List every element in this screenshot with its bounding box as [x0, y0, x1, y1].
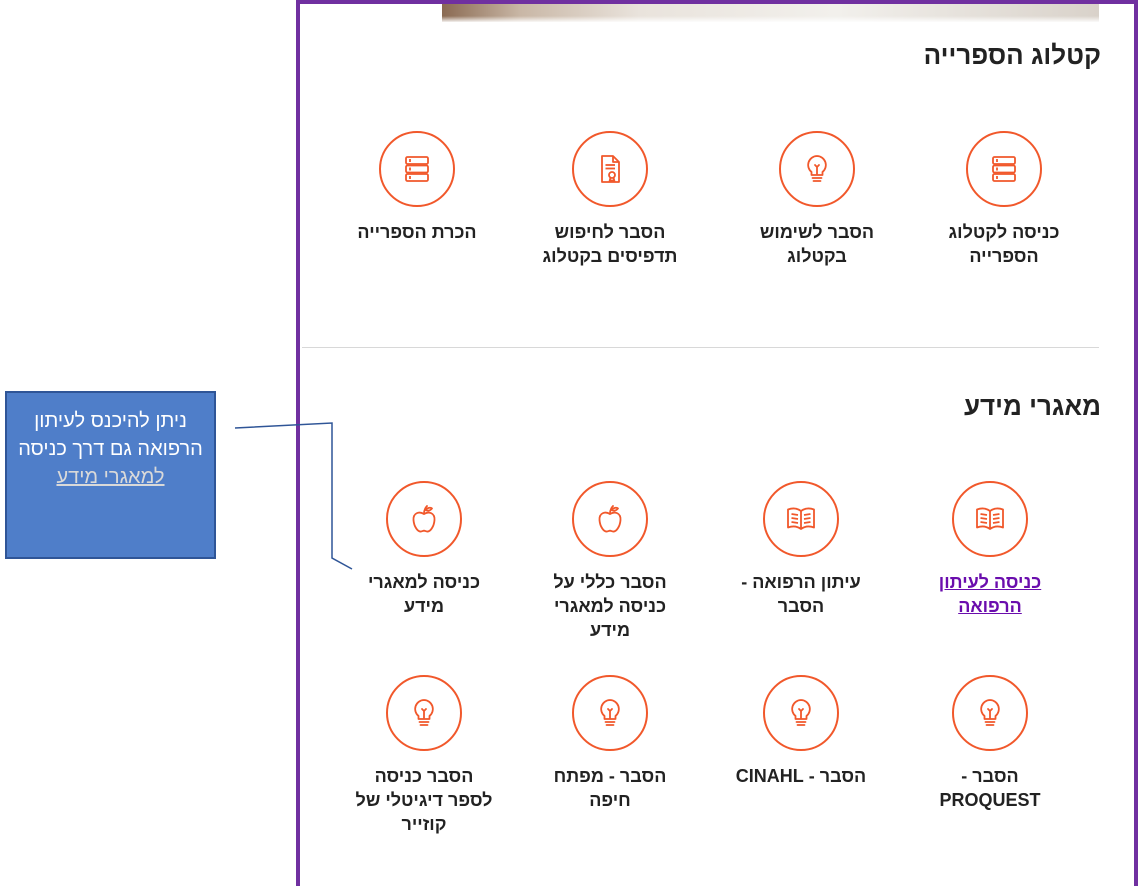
tile-label: כניסה למאגרי מידע: [367, 572, 481, 616]
lightbulb-icon: [572, 675, 648, 751]
callout-text: ניתן להיכנס לעיתון הרפואה גם דרך כניסה: [18, 410, 203, 460]
tile-label: הסבר לשימוש בקטלוג: [759, 222, 875, 266]
section-title-databases: מאגרי מידע: [963, 391, 1101, 421]
annotation-callout: ניתן להיכנס לעיתון הרפואה גם דרך כניסה ל…: [5, 391, 216, 559]
tile-library-introduction[interactable]: הכרת הספרייה: [337, 131, 497, 244]
tile-label: הסבר - CINAHL: [735, 766, 867, 786]
books-icon: [966, 131, 1042, 207]
tile-enter-databases[interactable]: כניסה למאגרי מידע: [344, 481, 504, 618]
tile-offprints-search-explanation[interactable]: הסבר לחיפוש תדפיסים בקטלוג: [530, 131, 690, 268]
apple-icon: [386, 481, 462, 557]
open-book-icon: [763, 481, 839, 557]
callout-link-text: למאגרי מידע: [56, 466, 165, 488]
open-book-icon: [952, 481, 1028, 557]
tile-haifa-index-explanation[interactable]: הסבר - מפתח חיפה: [530, 675, 690, 812]
lightbulb-icon: [386, 675, 462, 751]
tile-label: הסבר כניסה לספר דיגיטלי של קוזייר: [355, 766, 493, 834]
tile-medical-journal-explanation[interactable]: עיתון הרפואה - הסבר: [721, 481, 881, 618]
section-title-library-catalog: קטלוג הספרייה: [923, 40, 1101, 70]
tile-proquest-explanation[interactable]: הסבר - PROQUEST: [910, 675, 1070, 812]
document-certificate-icon: [572, 131, 648, 207]
tile-digital-book-explanation[interactable]: הסבר כניסה לספר דיגיטלי של קוזייר: [344, 675, 504, 836]
apple-icon: [572, 481, 648, 557]
tile-label: הסבר - PROQUEST: [939, 766, 1041, 810]
tile-label: עיתון הרפואה - הסבר: [741, 572, 861, 616]
section-divider: [302, 347, 1099, 348]
tile-enter-medical-journal[interactable]: כניסה לעיתון הרפואה: [910, 481, 1070, 618]
lightbulb-icon: [779, 131, 855, 207]
lightbulb-icon: [763, 675, 839, 751]
lightbulb-icon: [952, 675, 1028, 751]
tile-catalog-usage-explanation[interactable]: הסבר לשימוש בקטלוג: [737, 131, 897, 268]
tile-label: הסבר - מפתח חיפה: [553, 766, 667, 810]
books-icon: [379, 131, 455, 207]
tile-cinahl-explanation[interactable]: הסבר - CINAHL: [721, 675, 881, 788]
tile-databases-general-explanation[interactable]: הסבר כללי על כניסה למאגרי מידע: [530, 481, 690, 642]
tile-label: הסבר כללי על כניסה למאגרי מידע: [553, 572, 667, 640]
tile-label: הסבר לחיפוש תדפיסים בקטלוג: [542, 222, 678, 266]
tile-label: כניסה לקטלוג הספרייה: [948, 222, 1060, 266]
tile-enter-library-catalog[interactable]: כניסה לקטלוג הספרייה: [924, 131, 1084, 268]
tile-link-label[interactable]: כניסה לעיתון הרפואה: [910, 570, 1070, 618]
tile-label: הכרת הספרייה: [357, 222, 477, 242]
